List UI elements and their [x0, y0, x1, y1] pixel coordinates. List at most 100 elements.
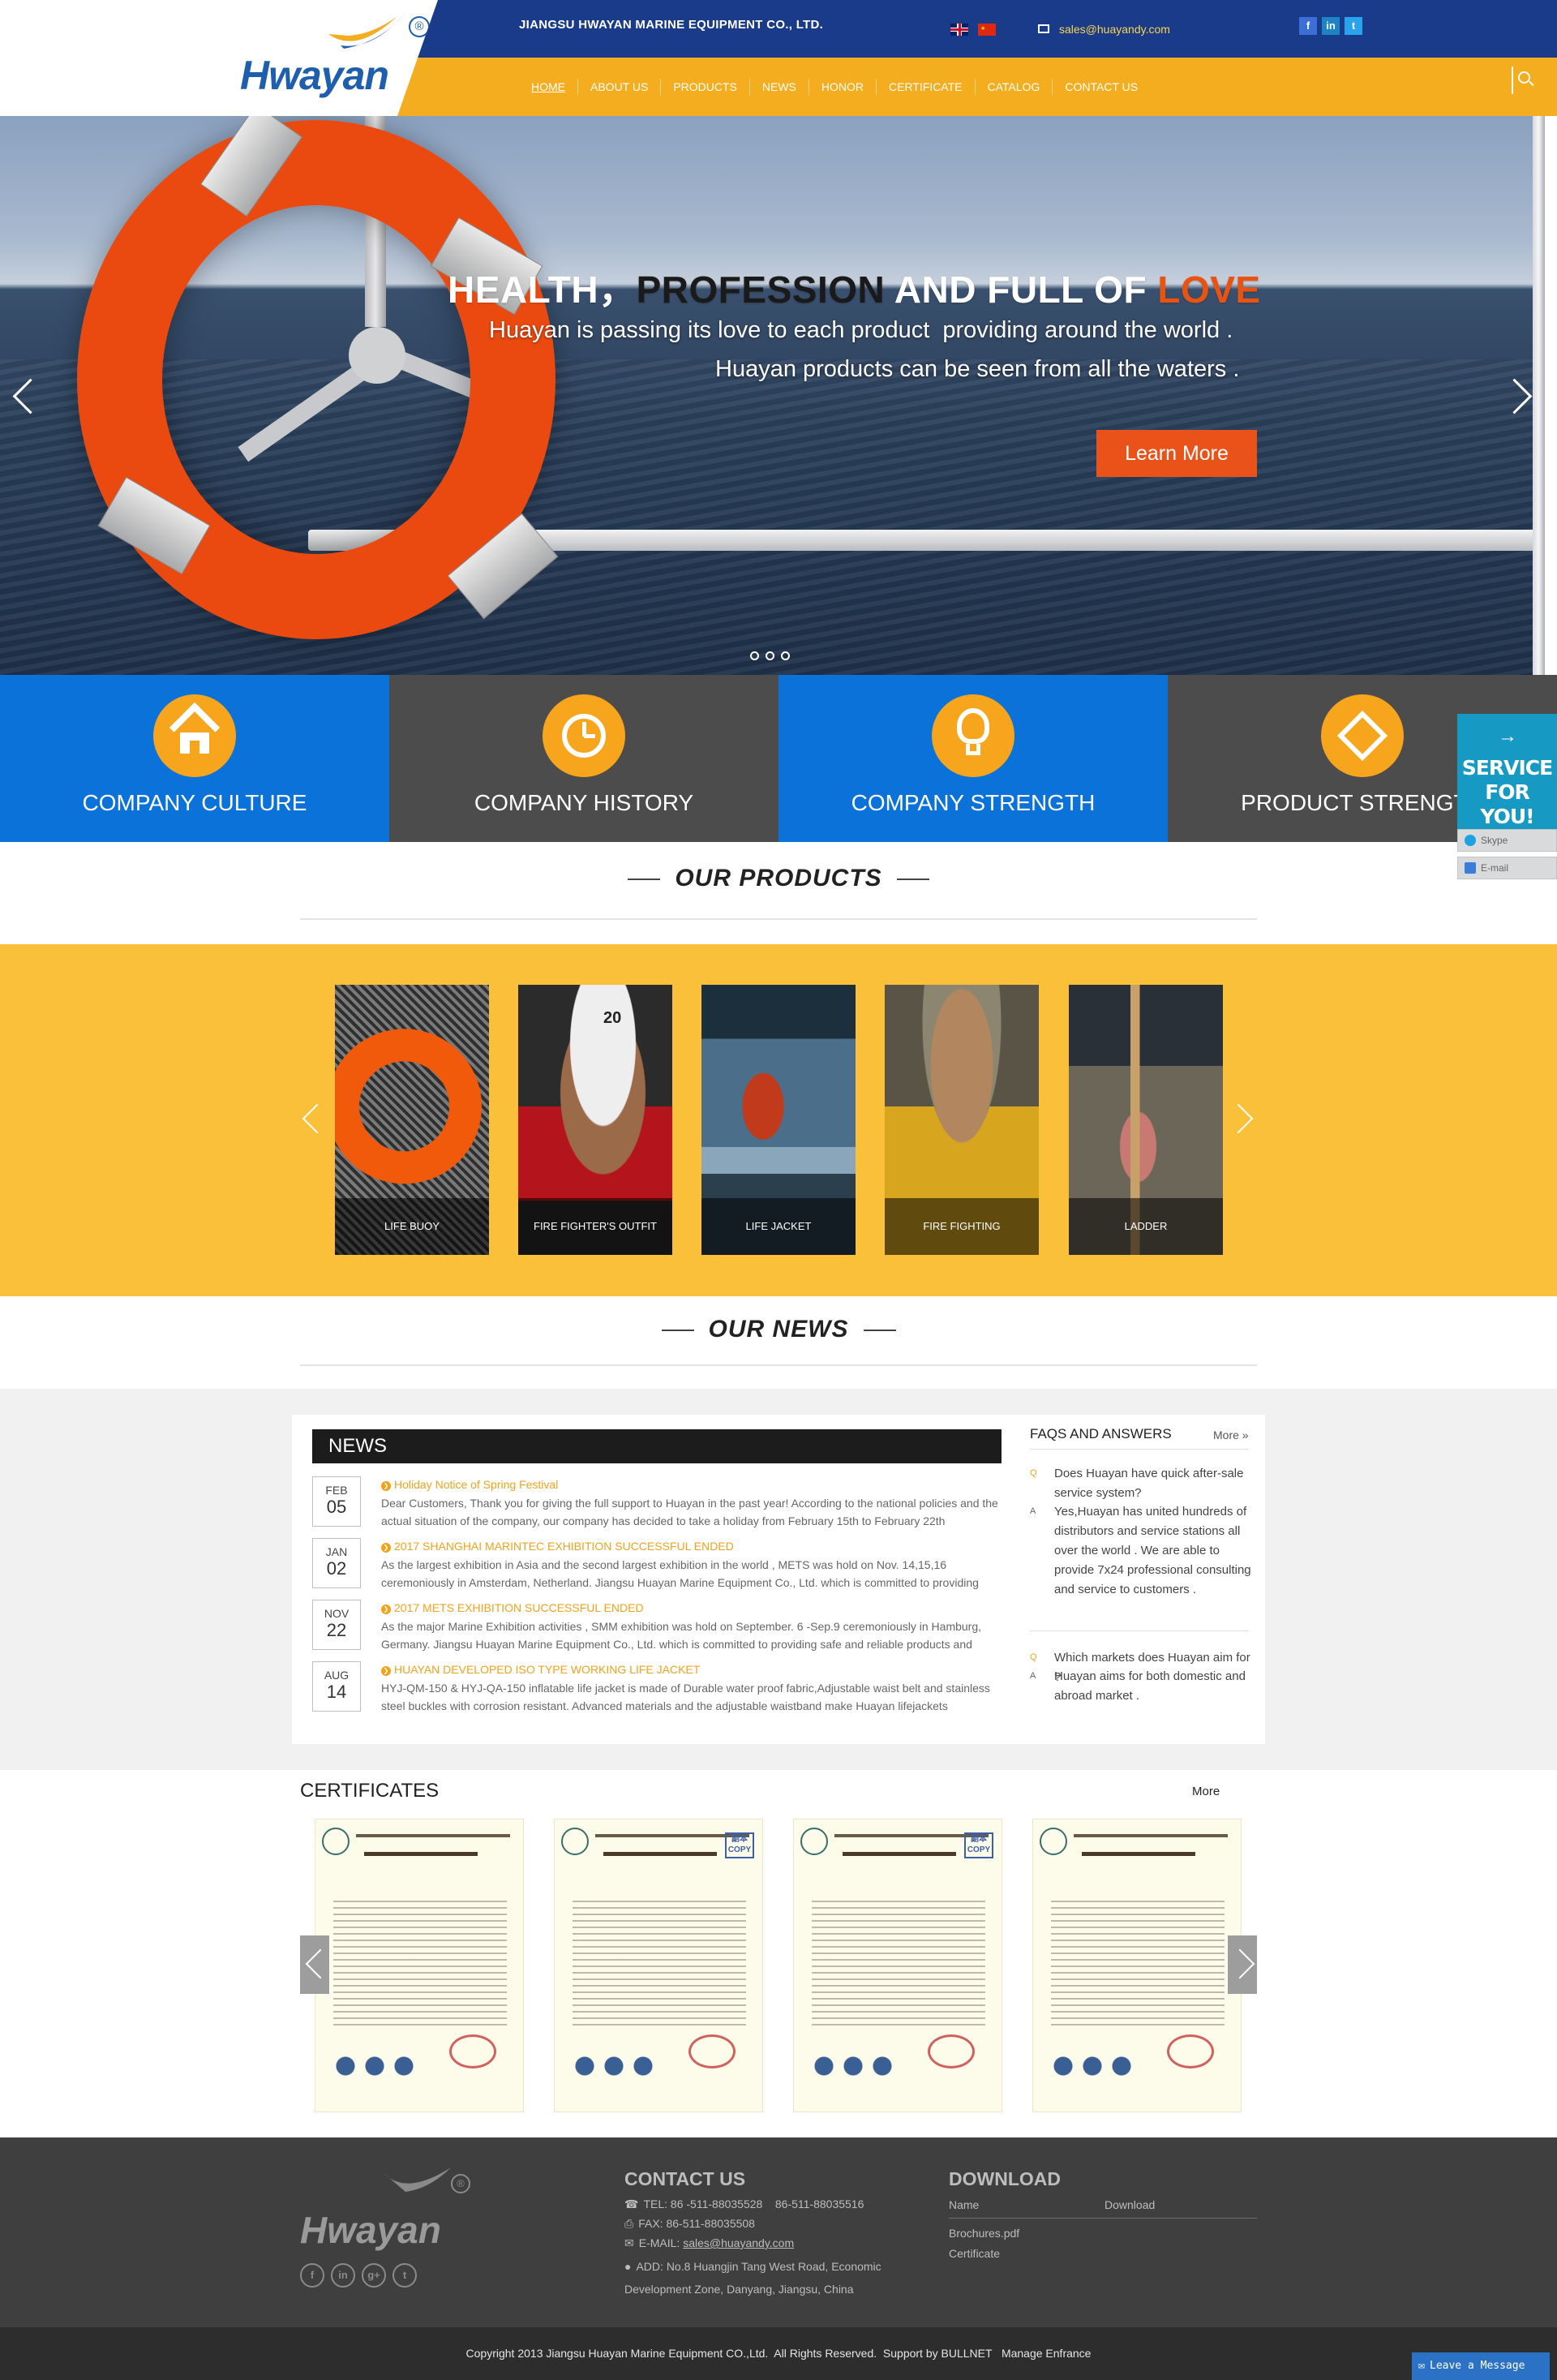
english-flag-icon[interactable] — [950, 24, 968, 36]
certificate-image[interactable]: 副本 COPY — [554, 1819, 763, 2112]
carousel-next-icon[interactable] — [1233, 1103, 1252, 1136]
slider-dot[interactable] — [750, 651, 759, 660]
news-item-title[interactable]: 2017 SHANGHAI MARINTEC EXHIBITION SUCCES… — [381, 1540, 734, 1553]
divider — [300, 918, 1257, 920]
diamond-icon — [1321, 694, 1404, 777]
learn-more-button[interactable]: Learn More — [1096, 430, 1257, 477]
news-date: JAN 02 — [312, 1538, 361, 1588]
news-day: 22 — [326, 1620, 347, 1640]
news-month: FEB — [325, 1484, 348, 1497]
clock-icon — [543, 694, 625, 777]
cert-prev-icon[interactable] — [300, 1935, 329, 1994]
search-icon[interactable] — [1518, 71, 1530, 84]
news-item-title[interactable]: 2017 METS EXHIBITION SUCCESSFUL ENDED — [381, 1601, 644, 1614]
news-day: 02 — [326, 1558, 347, 1579]
product-label: LADDER — [1069, 1198, 1223, 1255]
cert-body-text — [812, 1901, 985, 2030]
hero-title-part1: HEALTH， — [448, 269, 637, 311]
twitter-icon[interactable]: t — [1345, 17, 1362, 35]
news-date: FEB 05 — [312, 1476, 361, 1527]
product-card[interactable]: LIFE JACKET — [701, 985, 856, 1255]
nav-catalog[interactable]: CATALOG — [976, 79, 1053, 95]
product-card[interactable]: LADDER — [1069, 985, 1223, 1255]
skype-contact[interactable]: Skype — [1457, 829, 1557, 852]
nav-about[interactable]: ABOUT US — [578, 79, 662, 95]
printer-icon: ⎙ — [624, 2217, 634, 2230]
stamp-icon — [1167, 2034, 1214, 2069]
tile-company-culture[interactable]: COMPANY CULTURE — [0, 675, 389, 842]
tile-company-strength[interactable]: COMPANY STRENGTH — [778, 675, 1168, 842]
linkedin-icon[interactable]: in — [331, 2263, 355, 2288]
company-name: JIANGSU HWAYAN MARINE EQUIPMENT CO., LTD… — [519, 18, 824, 32]
certificate-image[interactable] — [1032, 1819, 1242, 2112]
footer-email-link[interactable]: sales@huayandy.com — [683, 2236, 794, 2249]
title-rule — [628, 879, 661, 881]
certificate-image[interactable]: 副本 COPY — [793, 1819, 1002, 2112]
linkedin-icon[interactable]: in — [1322, 17, 1340, 35]
download-col-name: Name — [949, 2198, 980, 2211]
feature-tiles: COMPANY CULTURE COMPANY HISTORY COMPANY … — [0, 675, 1557, 842]
leave-message-button[interactable]: Leave a Message — [1412, 2352, 1550, 2380]
facebook-icon[interactable]: f — [300, 2263, 324, 2288]
fax-label: FAX: — [638, 2217, 663, 2230]
helmet-number: 20 — [603, 1009, 622, 1027]
slider-next-icon[interactable] — [1507, 376, 1529, 416]
slider-dot[interactable] — [766, 651, 774, 660]
copyright-bar: Copyright 2013 Jiangsu Huayan Marine Equ… — [0, 2327, 1557, 2380]
stamp-icon — [449, 2034, 496, 2069]
address-line1: No.8 Huangjin Tang West Road, Economic — [666, 2260, 881, 2273]
download-title: DOWNLOAD — [949, 2168, 1061, 2189]
main-nav: HOME ABOUT US PRODUCTS NEWS HONOR CERTIF… — [519, 58, 1150, 116]
faq-answer: Yes,Huayan has united hundreds of distri… — [1054, 1505, 1251, 1596]
google-plus-icon[interactable]: g+ — [362, 2263, 386, 2288]
product-card[interactable]: FIRE FIGHTING — [885, 985, 1039, 1255]
certificates-more-link[interactable]: More — [1192, 1785, 1220, 1798]
chinese-flag-icon[interactable]: ★ — [978, 24, 996, 36]
product-card[interactable]: 20 FIRE FIGHTER'S OUTFIT — [518, 985, 672, 1255]
stamp-icon — [688, 2034, 736, 2069]
divider — [300, 1364, 1257, 1366]
twitter-icon[interactable]: t — [392, 2263, 417, 2288]
title-rule — [661, 1330, 694, 1332]
carousel-prev-icon[interactable] — [302, 1103, 321, 1136]
logo-area[interactable]: Hwayan ® — [0, 0, 438, 116]
tile-company-history[interactable]: COMPANY HISTORY — [389, 675, 778, 842]
download-certificate-link[interactable]: Certificate — [949, 2247, 1000, 2260]
question-mark-label: Q — [1030, 1652, 1037, 1662]
product-card[interactable]: LIFE BUOY — [335, 985, 489, 1255]
certificate-image[interactable] — [315, 1819, 524, 2112]
service-panel[interactable]: → SERVICE FOR YOU! — [1457, 714, 1557, 829]
news-section-title: OUR NEWS — [0, 1316, 1557, 1343]
news-item-title[interactable]: Holiday Notice of Spring Festival — [381, 1478, 558, 1491]
phone-icon: ☎ — [624, 2197, 639, 2210]
download-brochures-link[interactable]: Brochures.pdf — [949, 2227, 1019, 2240]
news-item-title[interactable]: HUAYAN DEVELOPED ISO TYPE WORKING LIFE J… — [381, 1663, 700, 1676]
hero-title-part2: PROFESSION — [636, 269, 886, 311]
nav-contact[interactable]: CONTACT US — [1053, 79, 1150, 95]
nav-certificate[interactable]: CERTIFICATE — [877, 79, 976, 95]
nav-news[interactable]: NEWS — [750, 79, 809, 95]
contact-tel: ☎ TEL: 86 -511-88035528 86-511-88035516 — [624, 2197, 864, 2211]
product-label: FIRE FIGHTING — [885, 1198, 1039, 1255]
faq-more-link[interactable]: More » — [1213, 1428, 1249, 1441]
slider-prev-icon[interactable] — [11, 376, 34, 416]
lightbulb-icon — [932, 694, 1014, 777]
logo-wave-icon — [383, 2167, 451, 2192]
news-month: AUG — [324, 1669, 350, 1682]
skype-icon — [1465, 835, 1476, 846]
nav-honor[interactable]: HONOR — [809, 79, 877, 95]
service-widget: → SERVICE FOR YOU! Skype E-mail — [1457, 714, 1557, 881]
answer-mark-label: A — [1030, 1671, 1036, 1681]
cert-next-icon[interactable] — [1228, 1935, 1257, 1994]
news-date: AUG 14 — [312, 1661, 361, 1712]
header-email-link[interactable]: sales@huayandy.com — [1059, 23, 1170, 36]
nav-products[interactable]: PRODUCTS — [661, 79, 750, 95]
download-col-download: Download — [1104, 2198, 1156, 2211]
slider-dots — [750, 651, 790, 660]
slider-dot[interactable] — [781, 651, 790, 660]
facebook-icon[interactable]: f — [1299, 17, 1317, 35]
lightbulb-icon-glass — [957, 708, 989, 744]
seal-icon — [322, 1828, 350, 1855]
nav-home[interactable]: HOME — [519, 79, 578, 95]
home-icon — [153, 694, 236, 777]
